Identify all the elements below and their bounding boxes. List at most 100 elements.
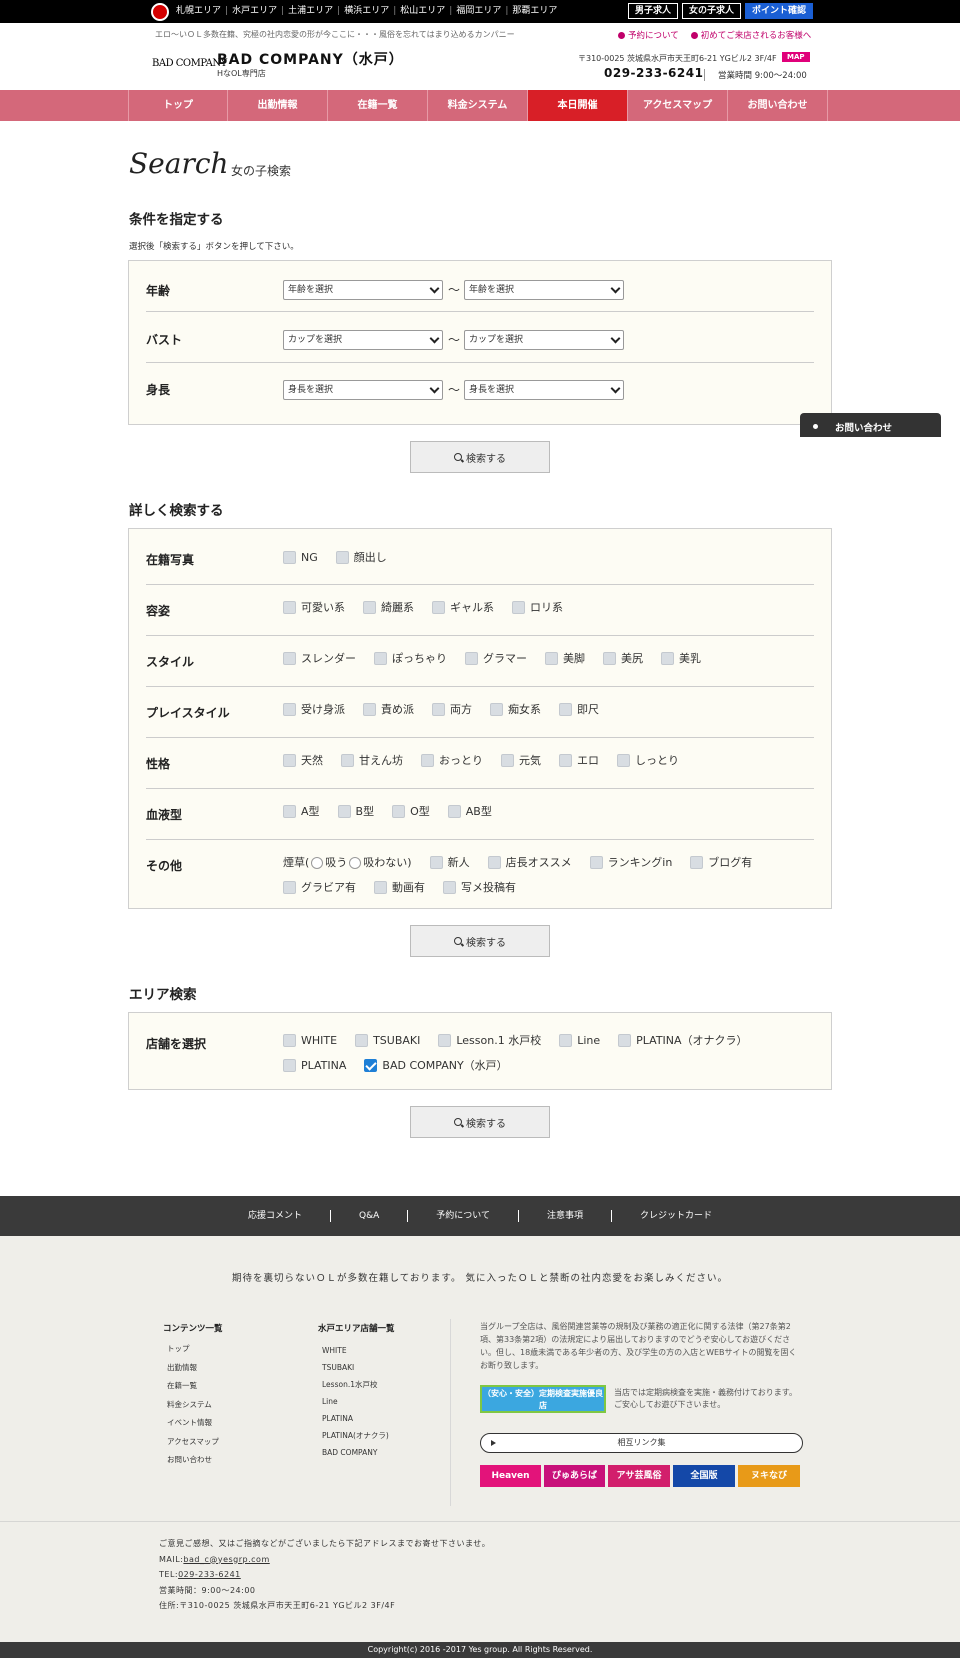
nav-event-today[interactable]: 本日開催 [528, 90, 628, 121]
option-chijo[interactable]: 痴女系 [490, 697, 541, 722]
checkbox[interactable] [465, 652, 478, 665]
store-bad-company[interactable]: BAD COMPANY（水戸） [364, 1053, 508, 1078]
checkbox[interactable] [283, 601, 296, 614]
checkbox[interactable] [363, 703, 376, 716]
footer-link-girls[interactable]: 在籍一覧 [167, 1377, 219, 1396]
footer-link-access[interactable]: アクセスマップ [167, 1433, 219, 1452]
checkbox[interactable] [335, 551, 349, 564]
height-from-select[interactable]: 身長を選択 [283, 380, 443, 400]
option-sokushaku[interactable]: 即尺 [559, 697, 599, 722]
checkbox[interactable] [661, 652, 674, 665]
shop-phone[interactable]: 029-233-6241 [604, 66, 703, 80]
checkbox[interactable] [283, 1059, 296, 1072]
checkbox[interactable] [363, 601, 376, 614]
option-shittori[interactable]: しっとり [617, 748, 679, 773]
option-ottori[interactable]: おっとり [421, 748, 483, 773]
bust-to-select[interactable]: カップを選択 [464, 330, 624, 350]
map-button[interactable]: MAP [782, 52, 810, 62]
checkbox[interactable] [374, 881, 387, 894]
height-to-select[interactable]: 身長を選択 [464, 380, 624, 400]
first-visit-link[interactable]: 初めてご来店されるお客様へ [690, 29, 811, 41]
radio-smoke-no[interactable] [349, 856, 362, 869]
checkbox[interactable] [603, 652, 616, 665]
checkbox[interactable] [337, 805, 351, 818]
area-link-fukuoka[interactable]: 福岡エリア [456, 4, 501, 18]
detail-search-button[interactable]: 検索する [410, 925, 550, 957]
store-white[interactable]: WHITE [283, 1028, 337, 1053]
checkbox[interactable] [512, 601, 525, 614]
option-active[interactable]: 責め派 [363, 697, 414, 722]
option-genki[interactable]: 元気 [501, 748, 541, 773]
footer-store-bad-company[interactable]: BAD COMPANY [322, 1444, 389, 1461]
nav-schedule[interactable]: 出勤情報 [228, 90, 328, 121]
footer-link-schedule[interactable]: 出勤情報 [167, 1359, 219, 1378]
mutual-link-button[interactable]: 相互リンク集 [480, 1433, 803, 1453]
footer-store-line[interactable]: Line [322, 1393, 389, 1410]
checkbox[interactable] [429, 856, 443, 869]
checkbox[interactable] [545, 652, 558, 665]
checkbox[interactable] [283, 881, 296, 894]
reserve-info-link[interactable]: 予約について [618, 29, 679, 41]
footer-store-white[interactable]: WHITE [322, 1342, 389, 1359]
option-glamour[interactable]: グラマー [465, 646, 527, 671]
option-ranking[interactable]: ランキングin [589, 850, 672, 875]
checkbox[interactable] [283, 703, 296, 716]
checkbox[interactable] [283, 1034, 296, 1047]
option-blood-o[interactable]: O型 [392, 799, 430, 824]
footer-link-top[interactable]: トップ [167, 1340, 219, 1359]
checkbox[interactable] [283, 652, 296, 665]
age-to-select[interactable]: 年齢を選択 [464, 280, 624, 300]
area-link-naha[interactable]: 那覇エリア [512, 4, 557, 18]
option-video[interactable]: 動画有 [374, 875, 425, 900]
option-amaenbo[interactable]: 甘えん坊 [341, 748, 403, 773]
checkbox[interactable] [618, 1034, 632, 1047]
footer-link-price[interactable]: 料金システム [167, 1396, 219, 1415]
female-recruit-button[interactable]: 女の子求人 [682, 3, 742, 19]
checkbox[interactable] [559, 754, 572, 767]
option-blood-ab[interactable]: AB型 [447, 799, 492, 824]
option-blog[interactable]: ブログ有 [690, 850, 752, 875]
banner-heaven[interactable]: Heaven [480, 1465, 541, 1487]
inquiry-tab[interactable]: お問い合わせ [800, 413, 941, 437]
shop-logo[interactable]: BAD COMPANY [152, 58, 227, 69]
checkbox[interactable] [501, 754, 514, 767]
area-link-sapporo[interactable]: 札幌エリア [176, 4, 221, 18]
area-link-matsuyama[interactable]: 松山エリア [400, 4, 445, 18]
option-breasts[interactable]: 美乳 [661, 646, 701, 671]
footer-nav-reserve[interactable]: 予約について [408, 1210, 519, 1222]
store-platina[interactable]: PLATINA [283, 1053, 346, 1078]
option-face[interactable]: 顔出し [335, 545, 387, 570]
option-cute[interactable]: 可愛い系 [283, 595, 345, 620]
footer-link-contact[interactable]: お問い合わせ [167, 1451, 219, 1470]
area-link-yokohama[interactable]: 横浜エリア [344, 4, 389, 18]
checkbox[interactable] [443, 881, 456, 894]
checkbox[interactable] [690, 856, 704, 869]
checkbox[interactable] [355, 1034, 369, 1047]
option-blood-a[interactable]: A型 [283, 799, 320, 824]
nav-contact[interactable]: お問い合わせ [728, 90, 828, 121]
tel-link[interactable]: 029-233-6241 [178, 1570, 241, 1579]
checkbox[interactable] [438, 1034, 452, 1047]
nav-girls[interactable]: 在籍一覧 [328, 90, 428, 121]
option-ero[interactable]: エロ [559, 748, 599, 773]
footer-store-tsubaki[interactable]: TSUBAKI [322, 1359, 389, 1376]
checkbox[interactable] [559, 703, 572, 716]
footer-store-platina[interactable]: PLATINA [322, 1410, 389, 1427]
checkbox[interactable] [447, 805, 461, 818]
nav-top[interactable]: トップ [128, 90, 228, 121]
footer-nav-comments[interactable]: 応援コメント [220, 1210, 331, 1222]
option-passive[interactable]: 受け身派 [283, 697, 345, 722]
point-check-button[interactable]: ポイント確認 [745, 3, 814, 19]
checkbox[interactable] [374, 652, 387, 665]
footer-nav-qa[interactable]: Q&A [331, 1210, 409, 1222]
nav-price[interactable]: 料金システム [428, 90, 528, 121]
store-platina-onakura[interactable]: PLATINA（オナクラ） [618, 1028, 748, 1053]
radio-smoke-yes[interactable] [311, 856, 324, 869]
option-gravure[interactable]: グラビア有 [283, 875, 356, 900]
option-chubby[interactable]: ぽっちゃり [374, 646, 447, 671]
checkbox[interactable] [617, 754, 630, 767]
option-pretty[interactable]: 綺麗系 [363, 595, 414, 620]
checkbox[interactable] [432, 703, 445, 716]
option-hips[interactable]: 美尻 [603, 646, 643, 671]
store-tsubaki[interactable]: TSUBAKI [355, 1028, 420, 1053]
